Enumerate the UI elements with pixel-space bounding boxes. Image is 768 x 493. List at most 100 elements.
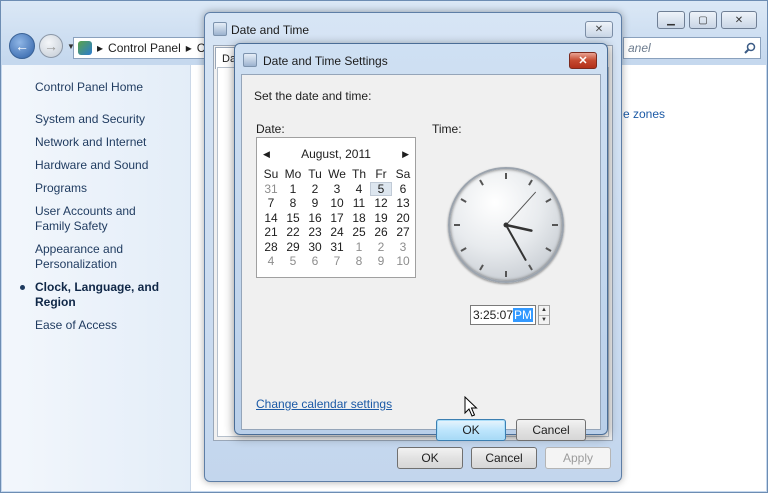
calendar-day-other-month[interactable]: 9 xyxy=(370,254,392,269)
calendar-day[interactable]: 29 xyxy=(282,240,304,255)
maximize-button[interactable]: ▢ xyxy=(689,11,717,29)
calendar-day[interactable]: 20 xyxy=(392,211,414,226)
search-placeholder: anel xyxy=(628,41,651,55)
previous-month-icon[interactable]: ◀ xyxy=(263,149,270,160)
next-month-icon[interactable]: ▶ xyxy=(402,149,409,160)
calendar-day[interactable]: 13 xyxy=(392,196,414,211)
close-button[interactable]: ✕ xyxy=(585,21,613,38)
time-zones-link[interactable]: e zones xyxy=(623,107,665,121)
calendar-day[interactable]: 17 xyxy=(326,211,348,226)
sidebar-item-appearance[interactable]: Appearance and Personalization xyxy=(35,242,135,272)
sidebar-item-user-accounts[interactable]: User Accounts and Family Safety xyxy=(35,204,170,234)
close-button[interactable]: ✕ xyxy=(721,11,757,29)
sidebar-item-clock-region[interactable]: Clock, Language, and Region xyxy=(20,280,190,310)
calendar-day[interactable]: 8 xyxy=(282,196,304,211)
cancel-button[interactable]: Cancel xyxy=(516,419,586,441)
clock-tick xyxy=(460,198,467,203)
navigation-buttons: ← → ▼ xyxy=(9,33,75,59)
calendar-day-other-month[interactable]: 31 xyxy=(260,182,282,197)
calendar-day-other-month[interactable]: 7 xyxy=(326,254,348,269)
calendar-day[interactable]: 30 xyxy=(304,240,326,255)
minimize-button[interactable]: ▁ xyxy=(657,11,685,29)
sidebar-item-network[interactable]: Network and Internet xyxy=(35,135,190,150)
calendar-day[interactable]: 3 xyxy=(326,182,348,197)
calendar-day[interactable]: 23 xyxy=(304,225,326,240)
calendar-day[interactable]: 11 xyxy=(348,196,370,211)
calendar-day-other-month[interactable]: 1 xyxy=(348,240,370,255)
sidebar-item-home[interactable]: Control Panel Home xyxy=(35,80,190,95)
calendar-day[interactable]: 14 xyxy=(260,211,282,226)
calendar-day[interactable]: 24 xyxy=(326,225,348,240)
address-chevron-icon: ▸ xyxy=(97,41,104,55)
control-panel-icon xyxy=(78,41,92,55)
analog-clock xyxy=(448,167,564,283)
ampm-value[interactable]: PM xyxy=(513,308,533,322)
calendar-day[interactable]: 19 xyxy=(370,211,392,226)
search-input[interactable]: anel xyxy=(623,37,761,59)
calendar-day-other-month[interactable]: 10 xyxy=(392,254,414,269)
sidebar-item-programs[interactable]: Programs xyxy=(35,181,190,196)
spin-down-icon[interactable]: ▼ xyxy=(539,315,549,325)
calendar-day[interactable]: 31 xyxy=(326,240,348,255)
calendar-day[interactable]: 1 xyxy=(282,182,304,197)
calendar-day[interactable]: 4 xyxy=(348,182,370,197)
calendar-day[interactable]: 18 xyxy=(348,211,370,226)
clock-tick xyxy=(545,198,552,203)
calendar-day[interactable]: 16 xyxy=(304,211,326,226)
calendar-grid: Su Mo Tu We Th Fr Sa 31 1 2 3 4 5 6 7 8 9 10 11 12 13 14 15 16 1… xyxy=(260,167,414,269)
close-button[interactable]: ✕ xyxy=(569,52,597,69)
calendar-day-other-month[interactable]: 3 xyxy=(392,240,414,255)
calendar-day[interactable]: 28 xyxy=(260,240,282,255)
window-controls: ▁ ▢ ✕ xyxy=(657,11,757,29)
dialog-title: Date and Time xyxy=(231,23,310,37)
change-calendar-settings-link[interactable]: Change calendar settings xyxy=(256,397,392,411)
cancel-button[interactable]: Cancel xyxy=(471,447,537,469)
calendar-day[interactable]: 7 xyxy=(260,196,282,211)
clock-tick xyxy=(479,179,484,186)
calendar-day-selected[interactable]: 5 xyxy=(370,181,392,196)
address-separator-icon: ▸ xyxy=(185,41,192,55)
close-icon: ✕ xyxy=(594,24,604,35)
calendar[interactable]: ◀ August, 2011 ▶ Su Mo Tu We Th Fr Sa 31 1 2 3 4 5 6 7… xyxy=(256,137,416,278)
calendar-day[interactable]: 2 xyxy=(304,182,326,197)
sidebar-item-ease-of-access[interactable]: Ease of Access xyxy=(35,318,190,333)
calendar-day[interactable]: 26 xyxy=(370,225,392,240)
clock-tick xyxy=(545,247,552,252)
calendar-day[interactable]: 12 xyxy=(370,196,392,211)
month-year-title[interactable]: August, 2011 xyxy=(301,147,371,161)
calendar-day-other-month[interactable]: 2 xyxy=(370,240,392,255)
clock-tick xyxy=(528,264,533,271)
ok-button[interactable]: OK xyxy=(436,419,506,441)
calendar-day[interactable]: 9 xyxy=(304,196,326,211)
sidebar-item-hardware[interactable]: Hardware and Sound xyxy=(35,158,190,173)
spin-up-icon[interactable]: ▲ xyxy=(539,306,549,315)
apply-button[interactable]: Apply xyxy=(545,447,611,469)
calendar-day-other-month[interactable]: 4 xyxy=(260,254,282,269)
time-input[interactable]: 3:25:07 PM xyxy=(470,305,536,325)
calendar-day-other-month[interactable]: 5 xyxy=(282,254,304,269)
calendar-day[interactable]: 25 xyxy=(348,225,370,240)
back-button[interactable]: ← xyxy=(9,33,35,59)
ok-button[interactable]: OK xyxy=(397,447,463,469)
address-bar[interactable]: ▸ Control Panel ▸ Cl xyxy=(73,37,213,59)
forward-button[interactable]: → xyxy=(39,34,63,58)
time-spinner[interactable]: ▲ ▼ xyxy=(538,305,550,325)
calendar-day[interactable]: 21 xyxy=(260,225,282,240)
minute-hand xyxy=(505,224,527,261)
calendar-day[interactable]: 15 xyxy=(282,211,304,226)
calendar-day-other-month[interactable]: 6 xyxy=(304,254,326,269)
calendar-day[interactable]: 6 xyxy=(392,182,414,197)
calendar-day[interactable]: 10 xyxy=(326,196,348,211)
sidebar-item-system-security[interactable]: System and Security xyxy=(35,112,190,127)
day-of-week-header: Tu xyxy=(308,167,322,181)
day-of-week-header: We xyxy=(328,167,346,181)
time-value[interactable]: 3:25:07 xyxy=(473,308,513,322)
calendar-day[interactable]: 27 xyxy=(392,225,414,240)
close-icon: ✕ xyxy=(578,55,588,67)
clock-face-icon xyxy=(454,173,558,277)
clock-app-icon xyxy=(243,53,257,67)
calendar-day-other-month[interactable]: 8 xyxy=(348,254,370,269)
date-and-time-settings-dialog: Date and Time Settings ✕ Set the date an… xyxy=(234,43,608,441)
calendar-day[interactable]: 22 xyxy=(282,225,304,240)
breadcrumb-control-panel[interactable]: Control Panel xyxy=(108,41,181,55)
